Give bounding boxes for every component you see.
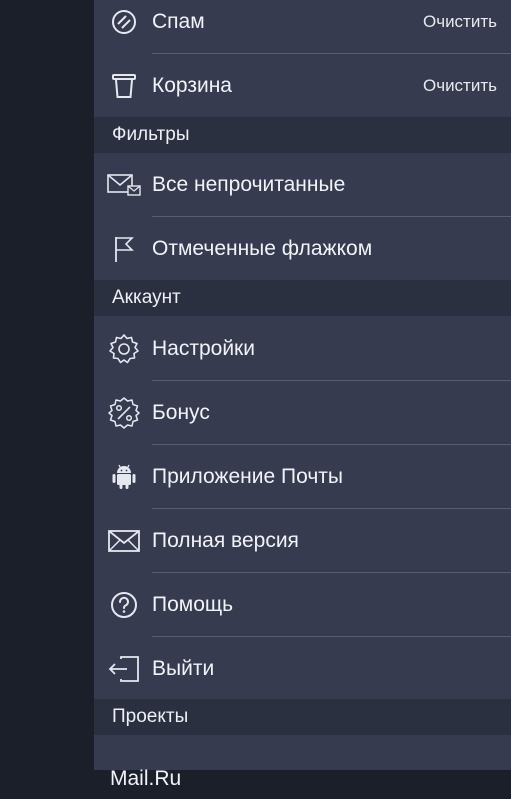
menu-item-label: Полная версия	[152, 529, 299, 552]
menu-item-bonus[interactable]: Бонус	[94, 381, 511, 445]
spam-icon	[106, 4, 142, 40]
menu-item-label: Выйти	[152, 657, 215, 680]
menu-item-label: Mail.Ru	[110, 767, 182, 790]
menu-item-spam[interactable]: Спам Очистить	[94, 0, 511, 54]
menu-item-trash[interactable]: Корзина Очистить	[94, 54, 511, 118]
menu-item-label: Бонус	[152, 401, 210, 424]
section-title: Аккаунт	[112, 287, 181, 308]
trash-icon	[106, 68, 142, 104]
menu-item-label: Настройки	[152, 337, 255, 360]
logout-icon	[106, 651, 142, 687]
menu-item-logout[interactable]: Выйти	[94, 637, 511, 701]
help-icon	[106, 587, 142, 623]
menu-item-full-version[interactable]: Полная версия	[94, 509, 511, 573]
menu-item-label: Помощь	[152, 593, 234, 616]
navigation-drawer: Спам Очистить Корзина Очистить Фильтры В…	[94, 0, 511, 790]
menu-item-label: Спам	[152, 10, 205, 33]
clear-trash-button[interactable]: Очистить	[423, 76, 497, 96]
percent-badge-icon	[106, 395, 142, 431]
menu-item-flagged[interactable]: Отмеченные флажком	[94, 217, 511, 281]
menu-item-unread[interactable]: Все непрочитанные	[94, 153, 511, 217]
menu-item-settings[interactable]: Настройки	[94, 317, 511, 381]
flag-icon	[106, 231, 142, 267]
menu-item-mailru[interactable]: Mail.Ru	[94, 735, 511, 799]
section-title: Фильтры	[112, 124, 190, 145]
menu-item-help[interactable]: Помощь	[94, 573, 511, 637]
menu-item-label: Приложение Почты	[152, 465, 343, 488]
section-header-filters: Фильтры	[94, 117, 511, 153]
menu-item-label: Отмеченные флажком	[152, 237, 373, 260]
menu-item-label: Корзина	[152, 74, 232, 97]
menu-item-label: Все непрочитанные	[152, 173, 346, 196]
clear-spam-button[interactable]: Очистить	[423, 12, 497, 32]
unread-mail-icon	[106, 167, 142, 203]
envelope-icon	[106, 523, 142, 559]
section-header-projects: Проекты	[94, 699, 511, 735]
menu-item-mail-app[interactable]: Приложение Почты	[94, 445, 511, 509]
android-icon	[106, 459, 142, 495]
gear-icon	[106, 331, 142, 367]
section-title: Проекты	[112, 706, 189, 727]
section-header-account: Аккаунт	[94, 280, 511, 316]
